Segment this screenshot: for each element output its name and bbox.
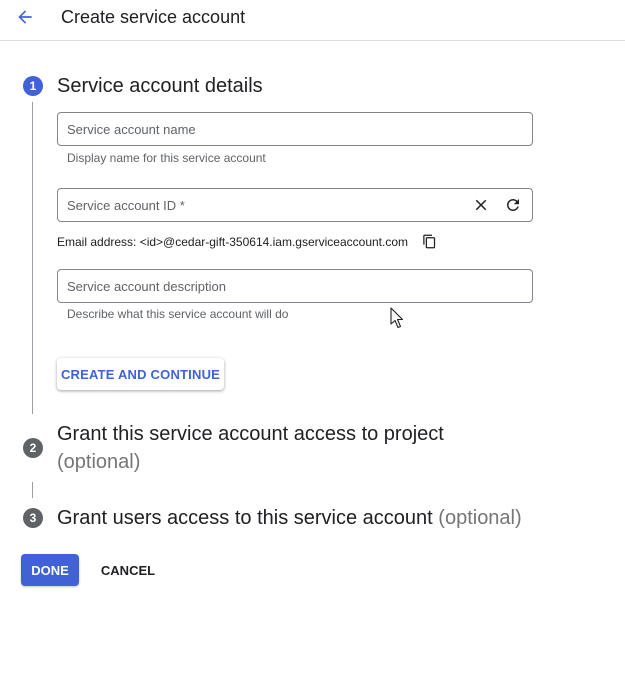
page-title: Create service account bbox=[61, 7, 246, 27]
step-2-title-text: Grant this service account access to pro… bbox=[57, 423, 444, 445]
step-1-number: 1 bbox=[23, 76, 43, 96]
step-connector-2 bbox=[32, 482, 33, 498]
email-address-text: Email address: <id>@cedar-gift-350614.ia… bbox=[57, 235, 409, 249]
service-account-description-input[interactable] bbox=[67, 270, 457, 302]
service-account-name-hint: Display name for this service account bbox=[67, 151, 266, 165]
mouse-cursor-icon bbox=[390, 307, 404, 329]
service-account-name-input[interactable] bbox=[67, 113, 457, 145]
back-button[interactable] bbox=[12, 5, 38, 29]
copy-icon bbox=[422, 234, 435, 248]
done-button[interactable]: DONE bbox=[21, 554, 79, 586]
create-and-continue-button[interactable]: CREATE AND CONTINUE bbox=[57, 358, 224, 390]
step-3-title[interactable]: Grant users access to this service accou… bbox=[57, 504, 522, 532]
service-account-description-hint: Describe what this service account will … bbox=[67, 307, 289, 321]
refresh-id-button[interactable] bbox=[502, 194, 524, 216]
service-account-id-input[interactable] bbox=[67, 189, 457, 221]
clear-id-button[interactable] bbox=[470, 194, 492, 216]
cancel-button[interactable]: CANCEL bbox=[94, 554, 162, 586]
page-header: Create service account bbox=[0, 0, 625, 41]
step-2-number: 2 bbox=[23, 438, 43, 458]
step-connector-1 bbox=[32, 102, 33, 414]
arrow-back-icon bbox=[18, 10, 32, 24]
refresh-icon bbox=[507, 199, 519, 211]
service-account-name-field[interactable] bbox=[57, 112, 533, 146]
close-icon bbox=[475, 199, 487, 211]
service-account-id-field[interactable] bbox=[57, 188, 533, 222]
service-account-description-field[interactable] bbox=[57, 269, 533, 303]
copy-email-button[interactable] bbox=[419, 231, 439, 251]
step-1-title: Service account details bbox=[57, 75, 263, 97]
step-3-optional: (optional) bbox=[438, 507, 522, 529]
step-3-number: 3 bbox=[23, 508, 43, 528]
step-2-title[interactable]: Grant this service account access to pro… bbox=[57, 420, 497, 476]
step-3-title-text: Grant users access to this service accou… bbox=[57, 507, 433, 529]
step-2-optional: (optional) bbox=[57, 451, 141, 473]
